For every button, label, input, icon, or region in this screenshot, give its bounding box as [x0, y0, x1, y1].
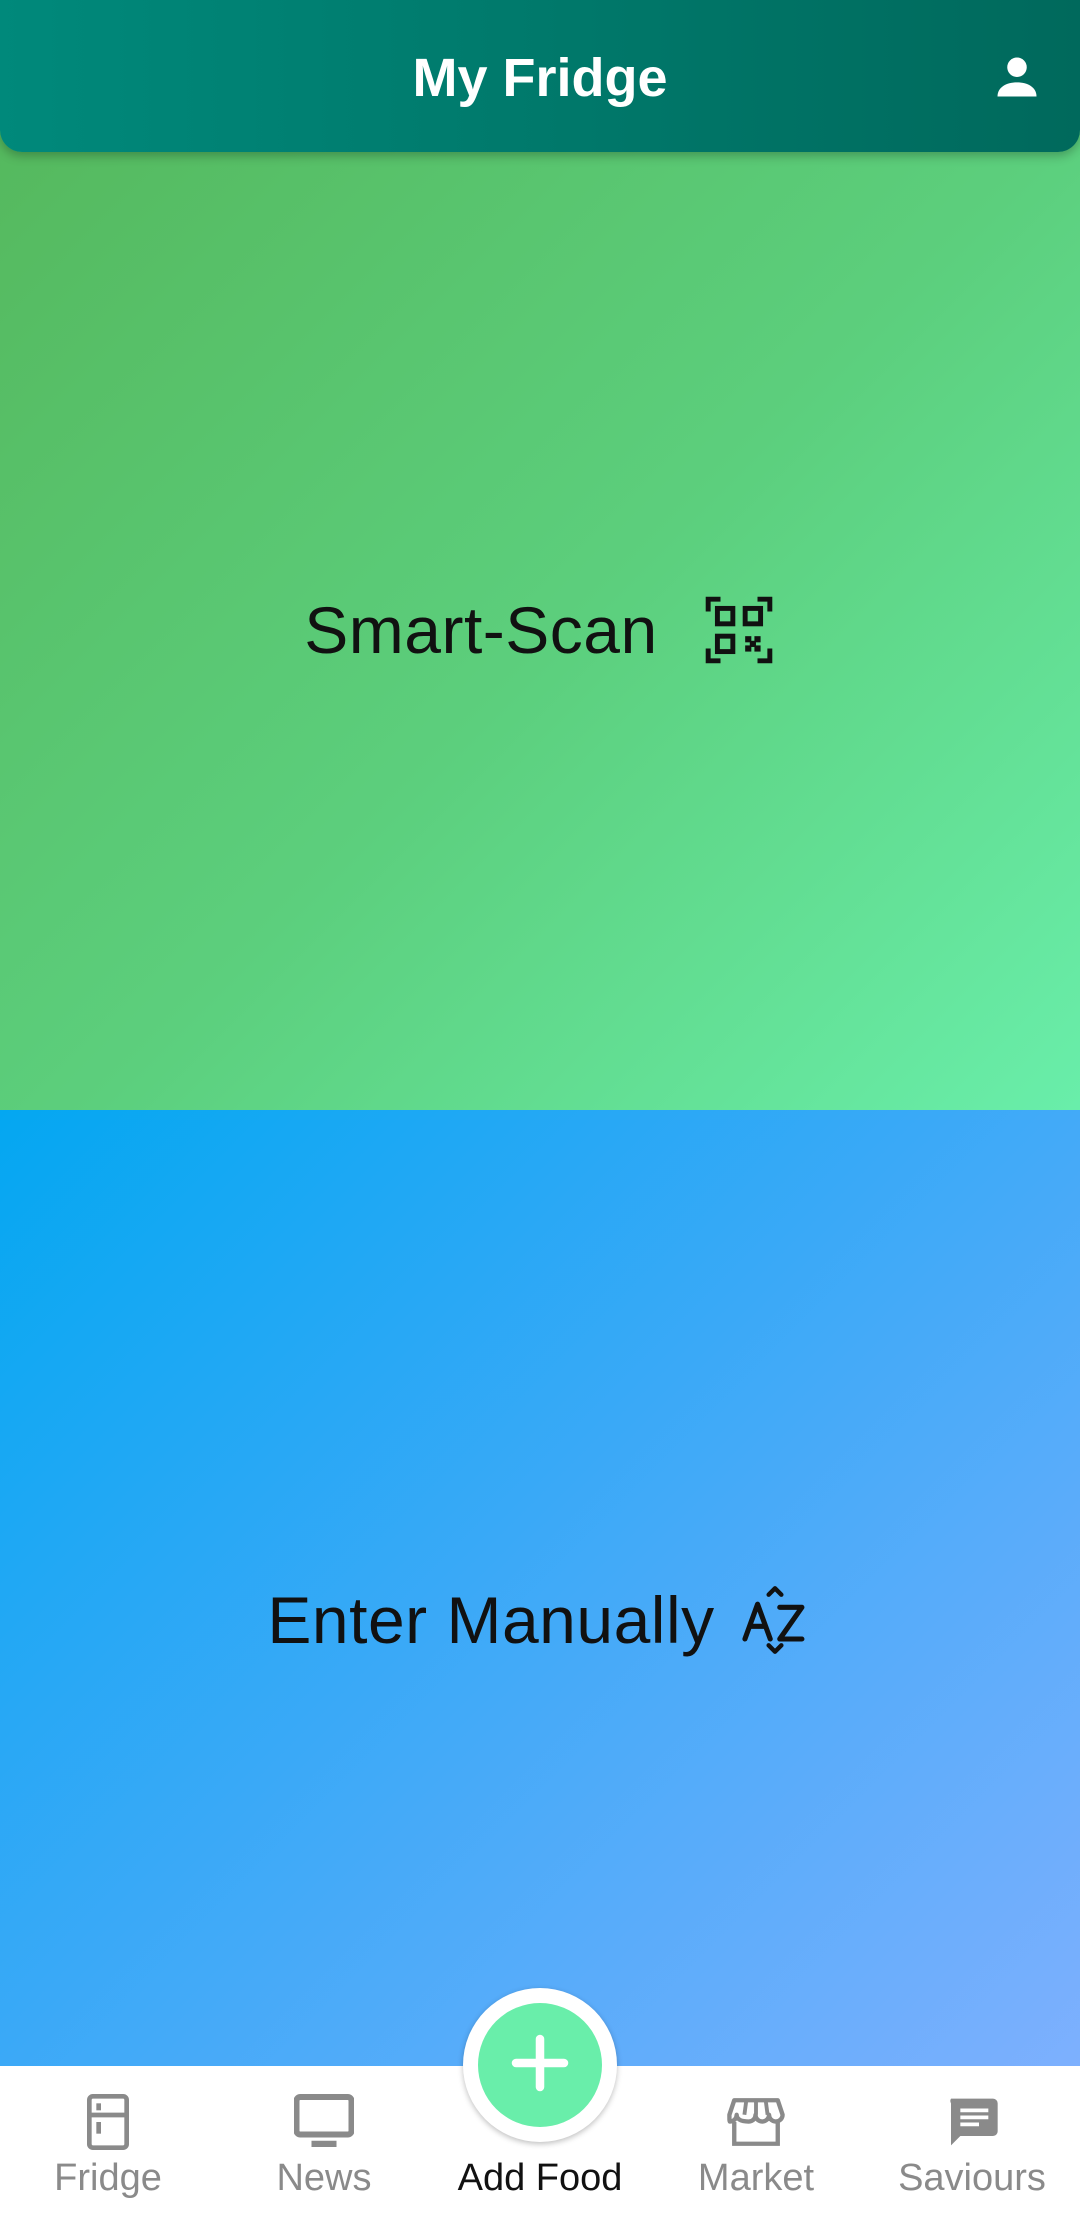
nav-label-news: News: [276, 2157, 372, 2199]
qr-code-icon: [702, 593, 776, 667]
nav-item-saviours[interactable]: Saviours: [864, 2066, 1080, 2220]
fridge-icon: [78, 2092, 138, 2152]
enter-manually-panel[interactable]: Enter Manually: [0, 1110, 1080, 2110]
enter-manually-label: Enter Manually: [267, 1583, 715, 1657]
smart-scan-label: Smart-Scan: [304, 593, 658, 667]
nav-item-news[interactable]: News: [216, 2066, 432, 2220]
add-food-button-circle: [478, 2003, 602, 2127]
nav-item-market[interactable]: Market: [648, 2066, 864, 2220]
chat-icon: [942, 2092, 1002, 2152]
smart-scan-panel[interactable]: Smart-Scan: [0, 0, 1080, 1110]
person-icon: [991, 51, 1043, 108]
page-title: My Fridge: [412, 48, 668, 108]
nav-label-add-food: Add Food: [457, 2157, 623, 2199]
nav-label-fridge: Fridge: [54, 2157, 162, 2199]
monitor-icon: [294, 2092, 354, 2152]
profile-button[interactable]: [982, 44, 1052, 114]
nav-label-saviours: Saviours: [898, 2157, 1046, 2199]
storefront-icon: [726, 2092, 786, 2152]
nav-label-market: Market: [697, 2157, 815, 2199]
app-bar: My Fridge: [0, 0, 1080, 152]
add-icon: [508, 2031, 572, 2100]
sort-az-icon: [737, 1582, 813, 1658]
app-root: My Fridge Smart-Scan Enter Manually Frid…: [0, 0, 1080, 2220]
nav-item-fridge[interactable]: Fridge: [0, 2066, 216, 2220]
add-food-button[interactable]: [463, 1988, 617, 2142]
